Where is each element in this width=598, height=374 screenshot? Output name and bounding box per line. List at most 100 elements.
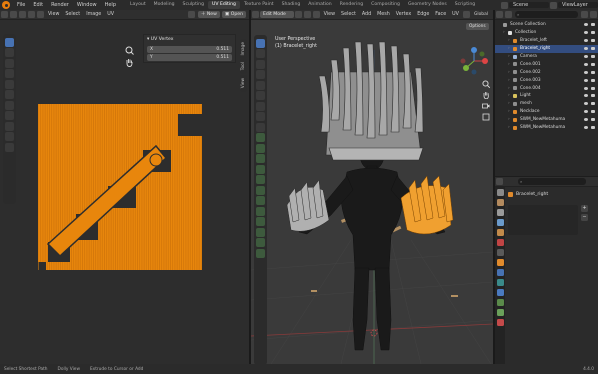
blender-logo-icon[interactable] [2, 1, 10, 9]
viewport-menu-mesh[interactable]: Mesh [374, 12, 393, 17]
vp-measure-tool-icon[interactable] [256, 112, 265, 121]
grab-tool-icon[interactable] [5, 111, 14, 120]
viewport-menu-edge[interactable]: Edge [414, 12, 432, 17]
vp-cursor-tool-icon[interactable] [256, 49, 265, 58]
vp-zoom-icon[interactable] [482, 80, 491, 90]
select-tool-icon[interactable] [5, 37, 14, 47]
render-camera-icon[interactable] [591, 39, 595, 43]
new-collection-icon[interactable] [590, 11, 597, 18]
outliner-item[interactable]: › SWM_NewMetahuma [495, 124, 598, 132]
viewport-menu-select[interactable]: Select [338, 12, 359, 17]
expand-arrow-icon[interactable]: › [508, 70, 512, 75]
render-camera-icon[interactable] [591, 23, 595, 27]
tab-geometry-nodes[interactable]: Geometry Nodes [404, 1, 451, 9]
expand-arrow-icon[interactable]: › [503, 30, 507, 35]
tab-layout[interactable]: Layout [126, 1, 150, 9]
visibility-eye-icon[interactable] [584, 55, 588, 58]
outliner-item[interactable]: › mesh [495, 100, 598, 108]
vp-shear-tool-icon[interactable] [256, 238, 265, 247]
render-camera-icon[interactable] [591, 94, 595, 98]
vp-smooth-tool-icon[interactable] [256, 206, 265, 216]
remove-slot-icon[interactable]: − [581, 214, 588, 221]
tab-view[interactable]: View [240, 74, 247, 92]
data-tab-icon[interactable] [496, 309, 504, 316]
expand-arrow-icon[interactable]: › [508, 101, 512, 106]
vp-camera-view-icon[interactable] [482, 102, 490, 112]
outliner-type-icon[interactable] [496, 11, 503, 18]
expand-arrow-icon[interactable]: › [508, 117, 512, 122]
expand-arrow-icon[interactable]: › [508, 54, 512, 59]
render-camera-icon[interactable] [591, 78, 595, 82]
editor-type-icon[interactable] [1, 11, 8, 18]
outliner-item[interactable]: › Light [495, 92, 598, 100]
properties-search-input[interactable]: ⌕ [518, 178, 586, 185]
outliner-item[interactable]: › Collection [495, 29, 598, 37]
uv-menu-uv[interactable]: UV [104, 12, 117, 17]
visibility-eye-icon[interactable] [584, 94, 588, 98]
mode-selector[interactable]: Edit Mode [259, 11, 294, 18]
pin-icon[interactable] [187, 11, 195, 18]
open-image-button[interactable]: ▣ Open [221, 11, 246, 18]
menu-file[interactable]: File [13, 2, 29, 8]
material-tab-icon[interactable] [496, 319, 504, 326]
viewport-menu-add[interactable]: Add [359, 12, 374, 17]
vp-loopcut-tool-icon[interactable] [256, 164, 265, 174]
vp-inset-tool-icon[interactable] [256, 143, 265, 153]
face-select-icon[interactable] [28, 11, 35, 18]
vp-spin-tool-icon[interactable] [256, 196, 265, 205]
options-button[interactable]: Options [466, 23, 489, 30]
visibility-eye-icon[interactable] [584, 86, 588, 90]
expand-arrow-icon[interactable]: › [508, 46, 512, 51]
visibility-eye-icon[interactable] [584, 31, 588, 35]
tab-texture-paint[interactable]: Texture Paint [240, 1, 278, 9]
uv-zoom-icon[interactable] [125, 46, 134, 57]
outliner-item[interactable]: › Cone.004 [495, 84, 598, 92]
tab-modeling[interactable]: Modeling [150, 1, 179, 9]
physics-tab-icon[interactable] [496, 289, 504, 296]
render-tab-icon[interactable] [496, 199, 504, 206]
vp-rotate-tool-icon[interactable] [256, 70, 265, 79]
outliner-item[interactable]: Scene Collection [495, 21, 598, 29]
tab-rendering[interactable]: Rendering [336, 1, 367, 9]
render-camera-icon[interactable] [591, 55, 595, 58]
tab-animation[interactable]: Animation [304, 1, 335, 9]
render-camera-icon[interactable] [591, 126, 595, 130]
character-mesh[interactable] [251, 20, 493, 364]
expand-arrow-icon[interactable]: › [508, 125, 512, 130]
world-tab-icon[interactable] [496, 239, 504, 246]
outliner-item[interactable]: › Bracelet_left [495, 37, 598, 45]
viewport-menu-uv[interactable]: UV [449, 12, 462, 17]
expand-arrow-icon[interactable]: › [508, 78, 512, 83]
rotate-tool-icon[interactable] [5, 69, 14, 78]
outliner-item[interactable]: › Cone.001 [495, 60, 598, 68]
orientation-icon[interactable] [462, 11, 470, 18]
visibility-eye-icon[interactable] [584, 102, 588, 106]
menu-window[interactable]: Window [73, 2, 101, 8]
render-camera-icon[interactable] [591, 70, 595, 74]
viewport-menu-view[interactable]: View [321, 12, 338, 17]
expand-arrow-icon[interactable]: › [508, 109, 512, 114]
tab-uv-editing[interactable]: UV Editing [207, 1, 240, 9]
viewlayer-icon[interactable] [550, 1, 557, 9]
viewport-menu-face[interactable]: Face [432, 12, 449, 17]
cursor-tool-icon[interactable] [5, 48, 14, 57]
visibility-eye-icon[interactable] [584, 23, 588, 27]
rip-tool-icon[interactable] [5, 142, 14, 152]
transform-tool-icon[interactable] [5, 90, 14, 99]
outliner-item[interactable]: › SWM_NewMetahuma [495, 116, 598, 124]
properties-list-box[interactable] [508, 205, 578, 235]
outliner-item[interactable]: › Camera [495, 53, 598, 61]
properties-type-icon[interactable] [496, 178, 503, 185]
render-camera-icon[interactable] [591, 47, 595, 51]
visibility-eye-icon[interactable] [584, 110, 588, 114]
viewport-editor-type-icon[interactable] [252, 11, 259, 18]
tab-compositing[interactable]: Compositing [367, 1, 404, 9]
edge-mode-icon[interactable] [303, 11, 311, 18]
vp-perspective-toggle-icon[interactable] [482, 113, 490, 123]
uv-menu-image[interactable]: Image [83, 12, 104, 17]
vp-bevel-tool-icon[interactable] [256, 154, 265, 163]
visibility-eye-icon[interactable] [584, 126, 588, 130]
expand-arrow-icon[interactable]: › [508, 62, 512, 67]
vp-knife-tool-icon[interactable] [256, 175, 265, 184]
particles-tab-icon[interactable] [496, 279, 504, 286]
